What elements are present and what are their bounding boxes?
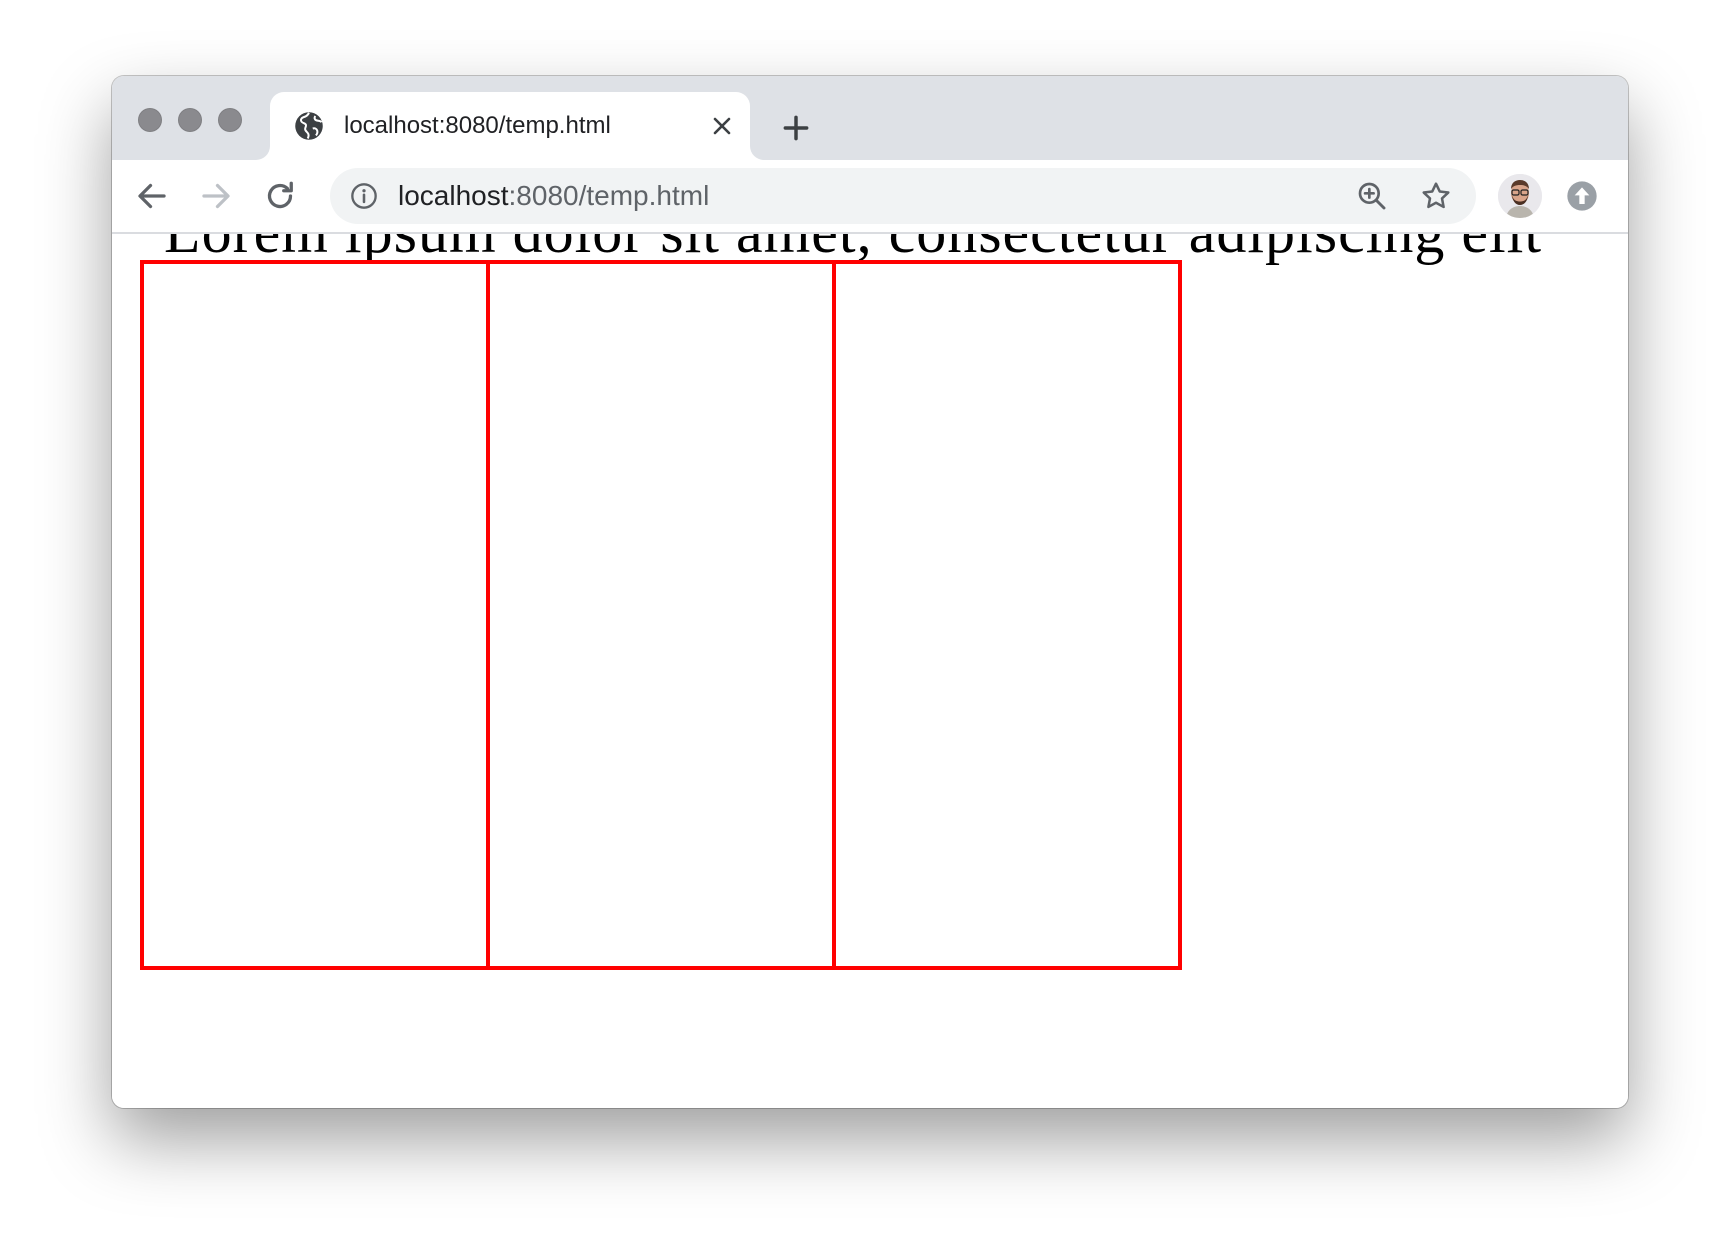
profile-photo-icon	[1498, 174, 1542, 218]
tab-title: localhost:8080/temp.html	[344, 112, 611, 139]
tab-active[interactable]: localhost:8080/temp.html	[270, 92, 750, 160]
toolbar: localhost:8080/temp.html	[112, 160, 1628, 234]
tab-strip: localhost:8080/temp.html	[112, 76, 1628, 160]
clipped-paragraph-text: Lorem ipsum dolor sit amet, consectetur …	[164, 234, 1542, 262]
update-arrow-icon[interactable]	[1566, 180, 1598, 212]
close-icon[interactable]	[710, 114, 734, 138]
column-box-3	[832, 260, 1182, 970]
arrow-left-icon[interactable]	[134, 178, 170, 214]
star-icon[interactable]	[1420, 180, 1452, 212]
arrow-right-icon[interactable]	[198, 178, 234, 214]
column-box-2	[486, 260, 836, 970]
screenshot-stage: localhost:8080/temp.html localhost:8080/…	[0, 0, 1734, 1252]
globe-icon	[295, 112, 323, 140]
url-path: :8080/temp.html	[508, 180, 710, 211]
reload-icon[interactable]	[262, 178, 298, 214]
close-window-button[interactable]	[138, 108, 162, 132]
address-bar[interactable]: localhost:8080/temp.html	[330, 168, 1476, 224]
info-icon[interactable]	[350, 182, 378, 210]
avatar[interactable]	[1498, 174, 1542, 218]
column-box-1	[140, 260, 490, 970]
zoom-window-button[interactable]	[218, 108, 242, 132]
plus-icon[interactable]	[780, 112, 812, 144]
page-viewport: Lorem ipsum dolor sit amet, consectetur …	[112, 234, 1628, 1108]
column-container	[140, 260, 1182, 970]
zoom-in-icon[interactable]	[1356, 180, 1388, 212]
url-text[interactable]: localhost:8080/temp.html	[398, 180, 709, 212]
browser-window: localhost:8080/temp.html localhost:8080/…	[112, 76, 1628, 1108]
minimize-window-button[interactable]	[178, 108, 202, 132]
url-host: localhost	[398, 180, 509, 211]
